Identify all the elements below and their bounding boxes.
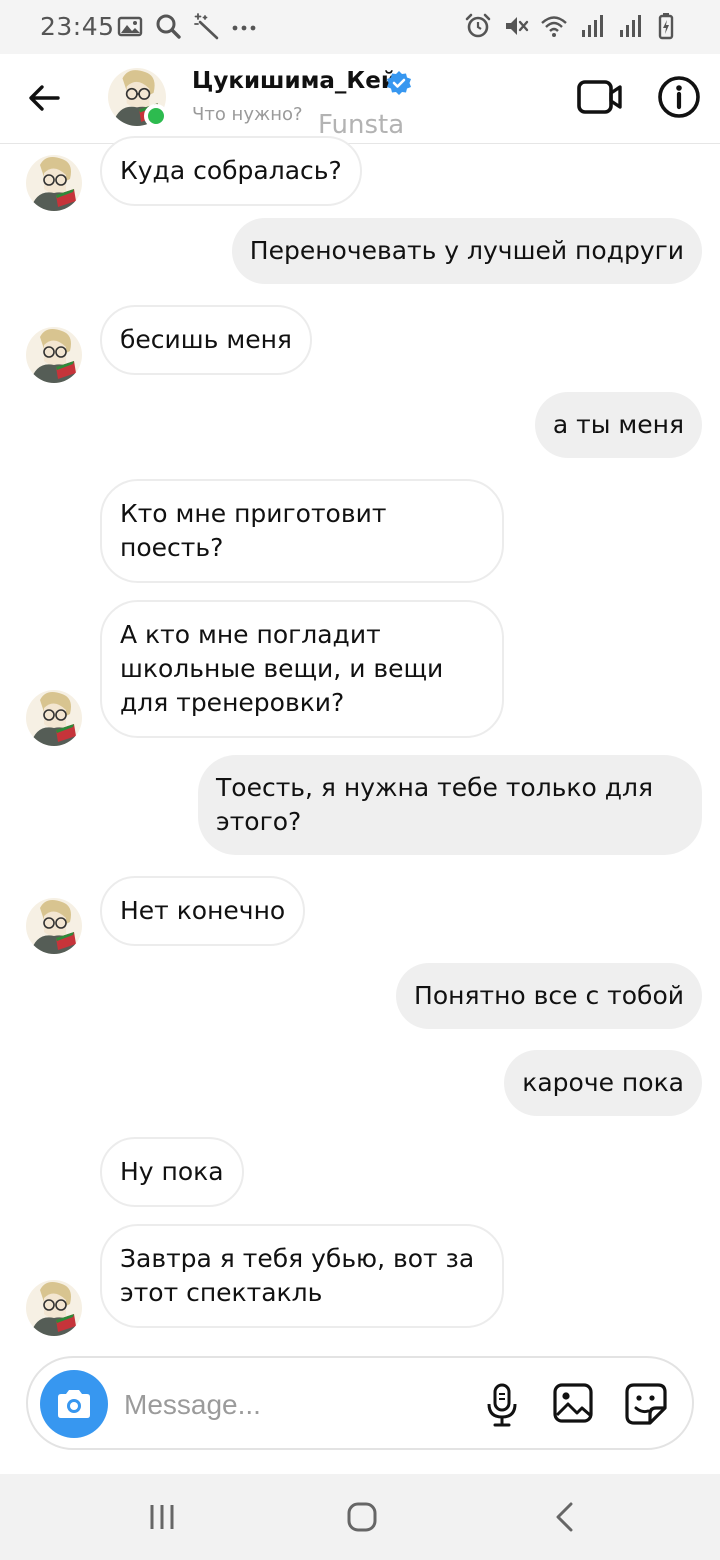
message-incoming[interactable]: Куда собралась? bbox=[100, 136, 362, 206]
camera-icon bbox=[58, 1390, 90, 1418]
back-icon[interactable] bbox=[552, 1501, 576, 1533]
gallery-icon[interactable] bbox=[552, 1382, 594, 1424]
signal-icon bbox=[582, 15, 603, 37]
message-outgoing[interactable]: Переночевать у лучшей подруги bbox=[231, 218, 702, 284]
image-icon bbox=[117, 16, 143, 37]
message-outgoing[interactable]: а ты меня bbox=[534, 392, 702, 458]
wifi-icon bbox=[541, 16, 567, 37]
avatar bbox=[26, 898, 82, 954]
message-incoming[interactable]: бесишь меня bbox=[100, 305, 312, 375]
chat-username[interactable]: Цукишима_Кей bbox=[192, 68, 397, 94]
system-nav-bar bbox=[0, 1474, 720, 1560]
avatar bbox=[26, 690, 82, 746]
message-incoming[interactable]: Кто мне приготовит поесть? bbox=[100, 479, 504, 583]
camera-button[interactable] bbox=[40, 1370, 108, 1438]
message-incoming[interactable]: А кто мне погладит школьные вещи, и вещи… bbox=[100, 600, 504, 738]
verified-badge-icon bbox=[387, 71, 411, 95]
avatar bbox=[26, 327, 82, 383]
message-composer bbox=[26, 1356, 694, 1450]
more-dots-icon bbox=[232, 25, 256, 31]
message-incoming[interactable]: Завтра я тебя убью, вот за этот спектакл… bbox=[100, 1224, 504, 1328]
mute-icon bbox=[506, 17, 529, 35]
message-input[interactable] bbox=[124, 1386, 454, 1424]
online-status-dot bbox=[144, 104, 168, 128]
avatar bbox=[26, 155, 82, 211]
sticker-icon[interactable] bbox=[624, 1382, 668, 1426]
search-icon bbox=[156, 14, 181, 39]
chat-header: Цукишима_Кей Что нужно? Funsta bbox=[0, 54, 720, 144]
avatar bbox=[26, 1280, 82, 1336]
info-icon[interactable] bbox=[656, 74, 702, 120]
status-time: 23:45 bbox=[40, 12, 115, 41]
chat-status-text: Что нужно? bbox=[192, 104, 303, 125]
message-outgoing[interactable]: Понятно все с тобой bbox=[396, 963, 702, 1029]
message-outgoing[interactable]: кароче пока bbox=[504, 1050, 702, 1116]
status-bar: 23:45 bbox=[0, 0, 720, 54]
signal-icon bbox=[620, 15, 641, 37]
recent-apps-icon[interactable] bbox=[146, 1502, 178, 1532]
video-call-icon[interactable] bbox=[574, 74, 624, 120]
back-arrow-icon bbox=[29, 85, 60, 111]
battery-icon bbox=[658, 13, 674, 40]
message-outgoing[interactable]: Тоесть, я нужна тебе только для этого? bbox=[198, 755, 702, 855]
message-incoming[interactable]: Ну пока bbox=[100, 1137, 244, 1207]
message-incoming[interactable]: Нет конечно bbox=[100, 876, 306, 946]
magic-wand-icon bbox=[194, 13, 219, 40]
microphone-icon[interactable] bbox=[484, 1382, 520, 1428]
back-button[interactable] bbox=[22, 76, 66, 120]
home-icon[interactable] bbox=[346, 1501, 378, 1533]
alarm-icon bbox=[465, 13, 491, 38]
